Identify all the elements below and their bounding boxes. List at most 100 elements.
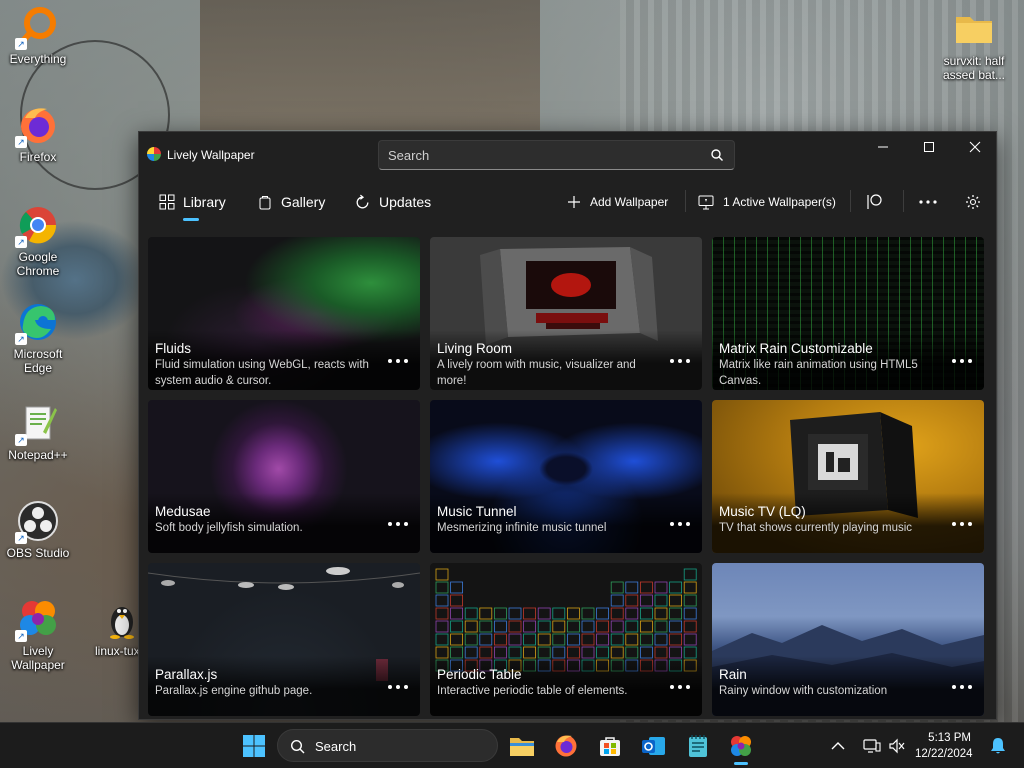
desktop-icon-chrome[interactable]: ↗ Google Chrome xyxy=(0,204,76,278)
desktop-icon-firefox[interactable]: ↗ Firefox xyxy=(0,104,76,164)
lively-wallpaper-icon: ↗ xyxy=(15,598,59,642)
add-wallpaper-label: Add Wallpaper xyxy=(590,195,669,209)
everything-icon: ↗ xyxy=(15,6,59,50)
clock-date: 12/22/2024 xyxy=(915,748,973,760)
card-more-button[interactable] xyxy=(952,682,972,692)
show-hidden-icons-button[interactable] xyxy=(822,730,854,762)
desktop-icon-lively[interactable]: ↗ Lively Wallpaper xyxy=(0,598,76,672)
refresh-icon xyxy=(356,194,369,208)
card-description: Mesmerizing infinite music tunnel xyxy=(437,522,607,534)
card-title: Medusae xyxy=(155,504,211,519)
taskbar-firefox[interactable] xyxy=(550,730,582,762)
taskbar-file-explorer[interactable] xyxy=(506,730,538,762)
wallpaper-card-music-tunnel[interactable]: Music Tunnel Mesmerizing infinite music … xyxy=(430,400,702,553)
search-input[interactable] xyxy=(379,141,699,169)
card-description: Interactive periodic table of elements. xyxy=(437,685,628,697)
tab-updates[interactable]: Updates xyxy=(354,184,431,220)
library-grid-icon xyxy=(159,194,175,210)
add-wallpaper-button[interactable]: Add Wallpaper xyxy=(567,184,668,220)
more-options-button[interactable] xyxy=(918,184,938,220)
desktop-icon-obs[interactable]: ↗ OBS Studio xyxy=(0,500,76,560)
store-bag-icon xyxy=(600,737,620,756)
minimize-button[interactable] xyxy=(860,132,906,162)
wallpaper-card-living-room[interactable]: Living Room A lively room with music, vi… xyxy=(430,237,702,390)
taskbar-lively-wallpaper[interactable] xyxy=(725,730,757,762)
tab-library[interactable]: Library xyxy=(159,184,226,220)
card-more-button[interactable] xyxy=(388,519,408,529)
taskbar-search[interactable]: Search xyxy=(277,729,498,762)
wallpaper-card-medusae[interactable]: Medusae Soft body jellyfish simulation. xyxy=(148,400,420,553)
wallpaper-card-music-tv[interactable]: Music TV (LQ) TV that shows currently pl… xyxy=(712,400,984,553)
card-more-button[interactable] xyxy=(670,519,690,529)
desktop-icon-label: Microsoft Edge xyxy=(13,347,63,375)
search-box[interactable] xyxy=(378,140,735,170)
network-icon xyxy=(863,739,881,753)
volume-button[interactable] xyxy=(881,730,913,762)
windows-logo-icon xyxy=(243,735,265,757)
wallpaper-card-fluids[interactable]: Fluids Fluid simulation using WebGL, rea… xyxy=(148,237,420,390)
monitor-icon xyxy=(698,195,714,209)
firefox-icon: ↗ xyxy=(15,104,59,148)
card-description: Rainy window with customization xyxy=(719,685,888,697)
active-wallpapers-label: 1 Active Wallpaper(s) xyxy=(723,195,836,209)
desktop-icon-notepadpp[interactable]: ↗ Notepad++ xyxy=(0,402,76,462)
clock[interactable]: 5:13 PM 12/22/2024 xyxy=(915,730,973,762)
card-more-button[interactable] xyxy=(670,682,690,692)
minimize-icon xyxy=(878,146,888,148)
card-more-button[interactable] xyxy=(388,682,408,692)
card-more-button[interactable] xyxy=(952,519,972,529)
notepadpp-icon: ↗ xyxy=(15,402,59,446)
card-description: A lively room with music, visualizer and… xyxy=(437,359,636,387)
settings-button[interactable] xyxy=(965,184,981,220)
desktop-icon-folder[interactable]: survxit: half assed bat... xyxy=(936,8,1012,82)
card-title: Fluids xyxy=(155,341,192,356)
close-icon xyxy=(969,141,981,153)
desktop-icon-label: OBS Studio xyxy=(6,546,70,560)
card-title: Parallax.js xyxy=(155,667,218,682)
desktop-icon-edge[interactable]: ↗ Microsoft Edge xyxy=(0,301,76,375)
firefox-icon xyxy=(555,735,577,757)
outlook-icon xyxy=(642,737,665,755)
tab-library-label: Library xyxy=(183,194,226,210)
search-icon[interactable] xyxy=(710,148,724,162)
card-more-button[interactable] xyxy=(388,356,408,366)
close-button[interactable] xyxy=(952,132,996,162)
toolbar-divider xyxy=(685,190,686,212)
lively-logo-icon xyxy=(147,147,161,161)
wallpaper-card-rain[interactable]: Rain Rainy window with customization xyxy=(712,563,984,716)
start-button[interactable] xyxy=(238,730,270,762)
active-wallpapers-button[interactable]: 1 Active Wallpaper(s) xyxy=(698,184,836,220)
edge-icon: ↗ xyxy=(15,301,59,345)
taskbar-notepad[interactable] xyxy=(682,730,714,762)
volume-muted-icon xyxy=(889,738,905,754)
desktop-icon-label: Firefox xyxy=(19,150,57,164)
card-description: Parallax.js engine github page. xyxy=(155,685,313,697)
toolbar-divider xyxy=(903,190,904,212)
desktop-icon-label: Notepad++ xyxy=(8,448,68,462)
control-panel-button[interactable] xyxy=(866,184,884,220)
maximize-icon xyxy=(924,142,934,152)
card-description: Matrix like rain animation using HTML5 C… xyxy=(719,359,918,387)
title-bar[interactable]: Lively Wallpaper xyxy=(139,132,996,176)
lively-wallpaper-icon xyxy=(731,736,751,756)
tab-gallery[interactable]: Gallery xyxy=(257,184,325,220)
flag-screen-icon xyxy=(867,194,882,209)
lively-wallpaper-window: Lively Wallpaper Library Gallery Updates xyxy=(138,131,997,720)
card-description: Soft body jellyfish simulation. xyxy=(155,522,303,534)
tab-updates-label: Updates xyxy=(379,194,432,210)
desktop-icon-label: Everything xyxy=(9,52,67,66)
desktop-icon-everything[interactable]: ↗ Everything xyxy=(0,6,76,66)
card-title: Living Room xyxy=(437,341,513,356)
desktop-icon-label: Lively Wallpaper xyxy=(11,644,65,672)
wallpaper-card-parallax[interactable]: Parallax.js Parallax.js engine github pa… xyxy=(148,563,420,716)
taskbar-outlook[interactable] xyxy=(638,730,670,762)
card-more-button[interactable] xyxy=(670,356,690,366)
maximize-button[interactable] xyxy=(906,132,952,162)
wallpaper-card-matrix-rain[interactable]: Matrix Rain Customizable Matrix like rai… xyxy=(712,237,984,390)
search-icon xyxy=(290,739,305,754)
taskbar-ms-store[interactable] xyxy=(594,730,626,762)
wallpaper-card-periodic-table[interactable]: Periodic Table Interactive periodic tabl… xyxy=(430,563,702,716)
notifications-button[interactable] xyxy=(982,730,1014,762)
card-more-button[interactable] xyxy=(952,356,972,366)
card-description: Fluid simulation using WebGL, reacts wit… xyxy=(155,359,369,387)
